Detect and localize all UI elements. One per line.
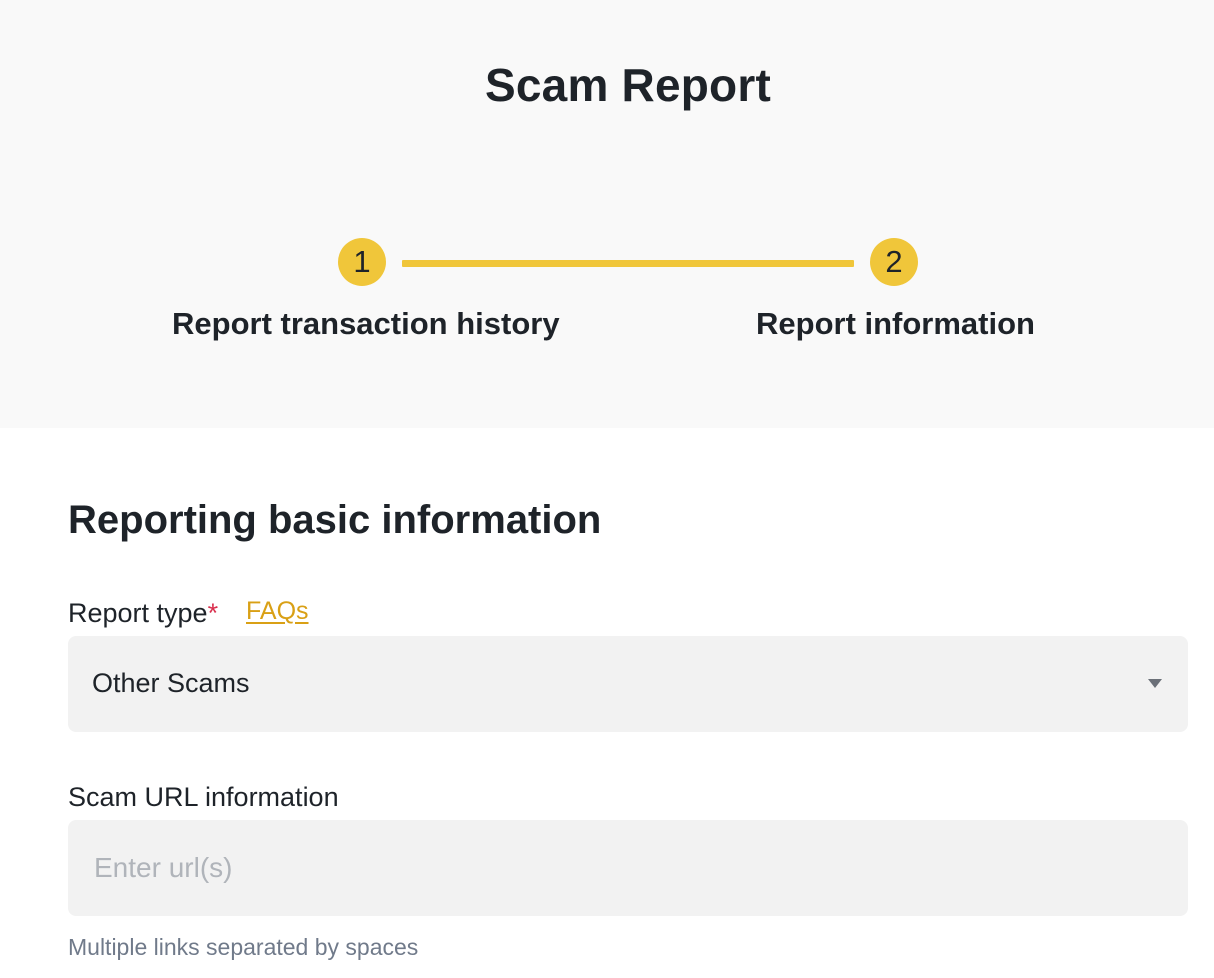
caret-down-icon <box>1148 679 1162 688</box>
page-title: Scam Report <box>485 59 771 111</box>
step-2-label: Report information <box>756 306 1035 341</box>
section-title: Reporting basic information <box>68 498 602 542</box>
scam-url-helper-text: Multiple links separated by spaces <box>68 934 419 960</box>
step-2-indicator: 2 <box>870 238 918 286</box>
scam-url-label: Scam URL information <box>68 782 339 812</box>
page-header: Scam Report 1 2 Report transaction histo… <box>0 0 1214 428</box>
faqs-link[interactable]: FAQs <box>246 597 309 626</box>
required-marker: * <box>207 598 219 628</box>
report-type-label-text: Report type <box>68 598 208 628</box>
scam-url-input[interactable] <box>68 820 1188 916</box>
report-type-label: Report type* <box>68 598 218 629</box>
report-type-select[interactable]: Other Scams <box>68 636 1188 732</box>
step-1-indicator: 1 <box>338 238 386 286</box>
report-type-selected-value: Other Scams <box>92 668 250 698</box>
step-progress-line <box>402 260 854 267</box>
step-1-label: Report transaction history <box>172 306 560 341</box>
